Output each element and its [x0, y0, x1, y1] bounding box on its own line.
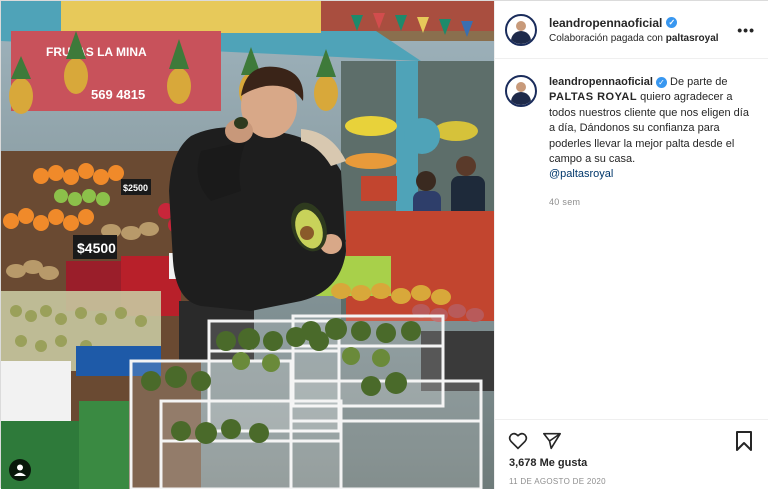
price-sign: $4500 — [77, 240, 116, 256]
caption-brand: PALTAS ROYAL — [549, 91, 638, 104]
share-icon[interactable] — [541, 430, 563, 452]
username-link[interactable]: leandropennaoficial — [549, 16, 662, 30]
market-scene-illustration: FRUTAS LA MINA 569 4815 $4500 $2500 — [1, 1, 494, 489]
verified-icon: ✓ — [666, 17, 678, 28]
post-sidebar: leandropennaoficial ✓ Colaboración pagad… — [494, 1, 768, 489]
caption-username[interactable]: leandropennaoficial — [549, 76, 653, 88]
caption-mention[interactable]: @paltasroyal — [549, 167, 755, 182]
caption-avatar[interactable] — [505, 75, 537, 107]
bookmark-icon[interactable] — [733, 430, 755, 452]
sponsor-link[interactable]: paltasroyal — [666, 33, 719, 44]
caption-text: leandropennaoficial ✓ De parte de PALTAS… — [549, 75, 755, 210]
likes-count[interactable]: 3,678 Me gusta — [509, 457, 587, 469]
post-header: leandropennaoficial ✓ Colaboración pagad… — [495, 1, 768, 59]
instagram-post: FRUTAS LA MINA 569 4815 $4500 $2500 lean… — [0, 0, 768, 489]
avatar[interactable] — [505, 13, 537, 46]
heart-icon[interactable] — [507, 430, 529, 452]
more-options-icon[interactable]: ••• — [737, 22, 755, 38]
post-photo[interactable]: FRUTAS LA MINA 569 4815 $4500 $2500 — [1, 1, 494, 489]
banner-text: FRUTAS LA MINA — [46, 45, 147, 59]
caption-age: 40 sem — [549, 196, 581, 207]
user-tag-icon[interactable] — [9, 459, 31, 481]
verified-icon: ✓ — [655, 77, 667, 88]
paid-partnership-label: Colaboración pagada con paltasroyal — [549, 32, 719, 44]
post-date: 11 DE AGOSTO DE 2020 — [509, 477, 606, 486]
banner-phone: 569 4815 — [91, 87, 145, 102]
price-sign-2: $2500 — [123, 183, 148, 193]
action-bar — [495, 419, 768, 452]
caption: leandropennaoficial ✓ De parte de PALTAS… — [495, 59, 768, 210]
